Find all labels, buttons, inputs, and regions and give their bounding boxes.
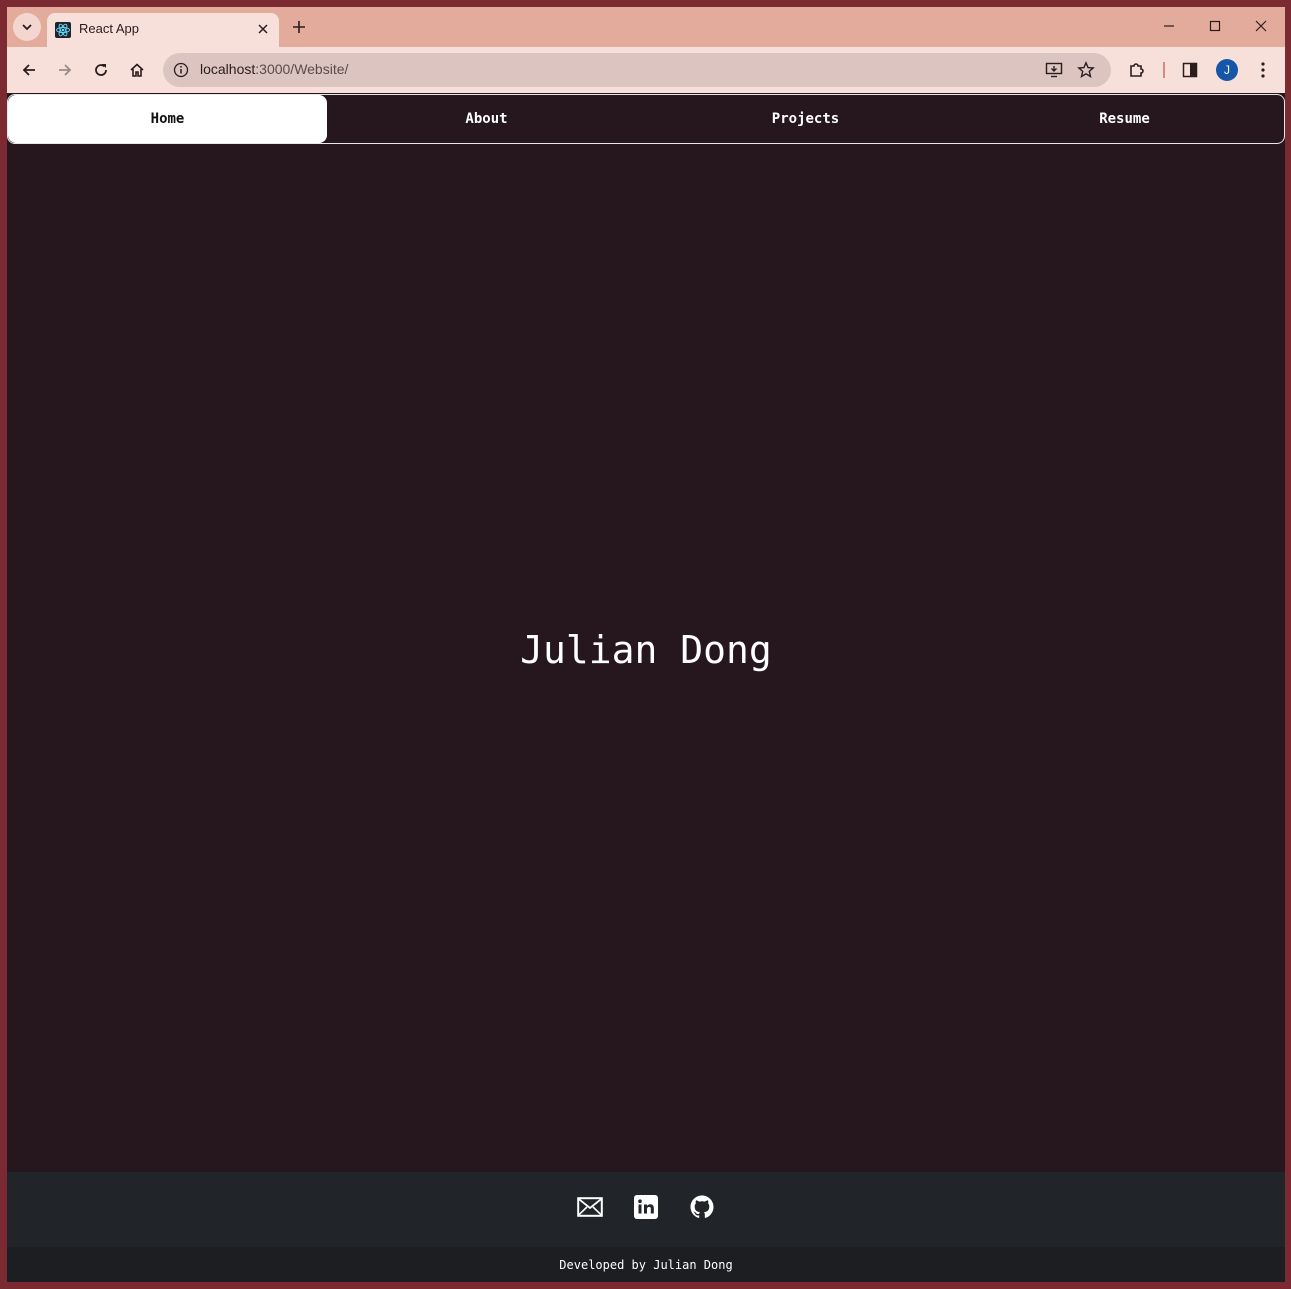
home-button[interactable] (123, 56, 151, 84)
puzzle-icon (1130, 63, 1144, 77)
side-panel-icon (1182, 62, 1198, 78)
url-host: localhost (200, 61, 256, 77)
plus-icon (293, 21, 305, 33)
site-info-button[interactable] (171, 60, 191, 80)
browser-toolbar: localhost:3000/Website/ J (7, 47, 1285, 93)
footer-credit: Developed by Julian Dong (7, 1247, 1285, 1282)
nav-item-about[interactable]: About (327, 95, 646, 143)
install-app-icon (1045, 62, 1063, 78)
extensions-button[interactable] (1123, 56, 1151, 84)
reload-button[interactable] (87, 56, 115, 84)
window-close-button[interactable] (1238, 7, 1284, 45)
forward-arrow-icon (59, 64, 72, 76)
tab-title: React App (79, 21, 139, 36)
react-icon (55, 22, 71, 38)
site-footer: Developed by Julian Dong (7, 1172, 1285, 1282)
github-link[interactable] (689, 1194, 715, 1220)
linkedin-link[interactable] (633, 1194, 659, 1220)
new-tab-button[interactable] (287, 15, 311, 39)
social-links (7, 1194, 1285, 1220)
reload-icon (95, 64, 107, 76)
maximize-button[interactable] (1192, 7, 1238, 45)
tab-search-button[interactable] (13, 13, 41, 41)
home-icon (130, 63, 144, 77)
install-app-button[interactable] (1041, 57, 1067, 83)
chevron-down-icon (22, 24, 32, 31)
nav-item-resume[interactable]: Resume (965, 95, 1284, 143)
kebab-menu-icon (1261, 62, 1265, 78)
info-icon (173, 62, 189, 78)
star-icon (1077, 61, 1095, 78)
hero-name: Julian Dong (520, 628, 772, 672)
mail-icon (577, 1197, 603, 1217)
linkedin-icon (634, 1195, 658, 1219)
minimize-icon (1164, 25, 1174, 27)
toolbar-separator (1163, 62, 1165, 78)
page-viewport: Home About Projects Resume Julian Dong D… (7, 93, 1285, 1282)
address-bar[interactable]: localhost:3000/Website/ (163, 53, 1111, 87)
profile-avatar[interactable]: J (1216, 59, 1238, 81)
tab-close-button[interactable] (255, 21, 271, 37)
back-arrow-icon (22, 64, 35, 76)
nav-item-projects[interactable]: Projects (646, 95, 965, 143)
forward-button[interactable] (51, 56, 79, 84)
browser-tab[interactable]: React App (47, 13, 279, 47)
close-icon (1255, 20, 1267, 32)
bookmark-button[interactable] (1073, 57, 1099, 83)
browser-window: React App localhost:3000/Website/ J Home… (0, 0, 1291, 1289)
close-icon (258, 24, 268, 34)
nav-item-home[interactable]: Home (8, 95, 327, 143)
browser-menu-button[interactable] (1249, 56, 1277, 84)
url-path: :3000/Website/ (255, 61, 349, 77)
email-link[interactable] (577, 1194, 603, 1220)
maximize-icon (1209, 20, 1221, 32)
github-icon (690, 1195, 714, 1218)
tab-strip: React App (7, 7, 1285, 47)
back-button[interactable] (15, 56, 43, 84)
side-panel-button[interactable] (1176, 56, 1204, 84)
url-text: localhost:3000/Website/ (200, 61, 348, 77)
minimize-button[interactable] (1146, 7, 1192, 45)
site-nav: Home About Projects Resume (7, 94, 1285, 144)
